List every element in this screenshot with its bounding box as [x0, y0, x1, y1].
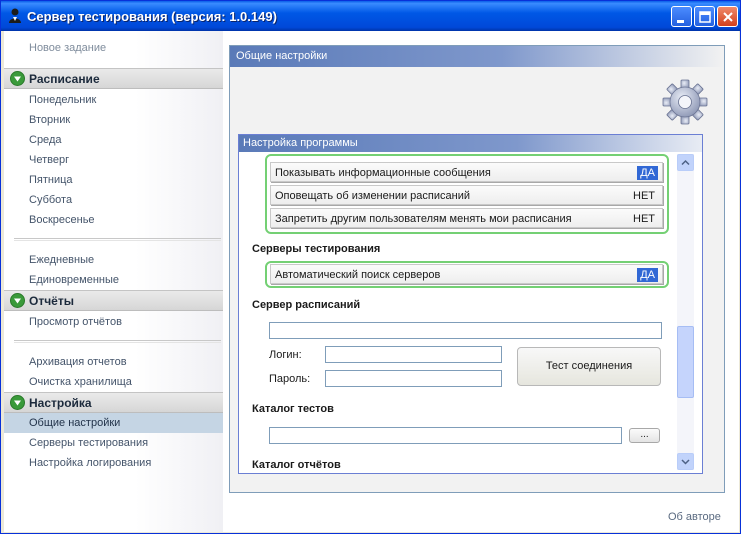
sidebar-divider [14, 340, 221, 343]
tests-catalog-input[interactable] [269, 427, 622, 444]
sidebar-item-wednesday[interactable]: Среда [29, 134, 61, 146]
sidebar-item-one-time[interactable]: Единовременные [29, 274, 119, 286]
gear-icon [662, 79, 708, 125]
auto-search-group: Автоматический поиск серверов ДА [265, 261, 669, 288]
sidebar-item-new-task[interactable]: Новое задание [29, 42, 106, 54]
expand-arrow-icon [10, 293, 25, 308]
panel-header: Общие настройки [230, 46, 724, 67]
toggle-label: Показывать информационные сообщения [275, 167, 491, 179]
schedule-server-input[interactable] [269, 322, 662, 339]
window-title: Сервер тестирования (версия: 1.0.149) [27, 9, 277, 24]
toggle-label: Автоматический поиск серверов [275, 269, 441, 281]
sidebar-header-label: Настройка [29, 396, 92, 410]
toggle-notify-schedule-change[interactable]: Оповещать об изменении расписаний НЕТ [270, 185, 663, 205]
browse-tests-catalog-button[interactable]: ... [629, 428, 660, 443]
settings-panel-header: Настройка программы [239, 135, 702, 152]
toggle-value: НЕТ [633, 190, 655, 202]
scroll-up-button[interactable] [677, 154, 694, 171]
sidebar-item-clear-storage[interactable]: Очистка хранилища [29, 376, 132, 388]
panel-title: Общие настройки [236, 50, 328, 62]
app-user-icon [9, 8, 21, 23]
close-icon [723, 12, 733, 22]
sidebar-header-label: Отчёты [29, 294, 74, 308]
toggle-value: ДА [637, 166, 658, 180]
chevron-up-icon [681, 159, 690, 166]
sidebar-item-archive-reports[interactable]: Архивация отчетов [29, 356, 127, 368]
servers-section-title: Серверы тестирования [252, 243, 381, 255]
title-bar[interactable]: Сервер тестирования (версия: 1.0.149) [1, 1, 740, 31]
expand-arrow-icon [10, 395, 25, 410]
toggle-auto-search-servers[interactable]: Автоматический поиск серверов ДА [270, 264, 663, 284]
toggle-value: НЕТ [633, 213, 655, 225]
test-connection-button[interactable]: Тест соединения [517, 347, 661, 386]
client-area: Новое задание Расписание Понедельник Вто… [4, 31, 739, 532]
toggle-label: Оповещать об изменении расписаний [275, 190, 470, 202]
sidebar-header-label: Расписание [29, 72, 100, 86]
sidebar-item-logging-settings[interactable]: Настройка логирования [29, 457, 151, 469]
sidebar-item-daily[interactable]: Ежедневные [29, 254, 94, 266]
scroll-down-button[interactable] [677, 453, 694, 470]
toggle-show-info-messages[interactable]: Показывать информационные сообщения ДА [270, 162, 663, 182]
sidebar-item-thursday[interactable]: Четверг [29, 154, 69, 166]
sidebar-item-sunday[interactable]: Воскресенье [29, 214, 95, 226]
tests-catalog-section-title: Каталог тестов [252, 403, 334, 415]
sidebar-header-schedule[interactable]: Расписание [4, 68, 223, 89]
close-button[interactable] [717, 6, 738, 27]
toggle-label: Запретить другим пользователям менять мо… [275, 213, 572, 225]
messages-toggle-group: Показывать информационные сообщения ДА О… [265, 154, 669, 234]
general-settings-panel: Общие настройки Настройка программы Пока… [229, 45, 725, 493]
minimize-button[interactable] [671, 6, 692, 27]
program-settings-panel: Настройка программы Показывать информаци… [238, 134, 703, 474]
sidebar-item-saturday[interactable]: Суббота [29, 194, 72, 206]
minimize-icon [677, 20, 684, 23]
chevron-down-icon [681, 459, 690, 465]
sidebar-divider [14, 238, 221, 241]
sidebar-header-settings[interactable]: Настройка [4, 392, 223, 413]
about-author-link[interactable]: Об авторе [668, 511, 721, 523]
sidebar-item-test-servers[interactable]: Серверы тестирования [29, 437, 148, 449]
password-input[interactable] [325, 370, 502, 387]
settings-panel-title: Настройка программы [243, 137, 358, 149]
sidebar-item-monday[interactable]: Понедельник [29, 94, 96, 106]
toggle-value: ДА [637, 268, 658, 282]
sidebar-item-tuesday[interactable]: Вторник [29, 114, 70, 126]
schedule-server-section-title: Сервер расписаний [252, 299, 361, 311]
sidebar: Новое задание Расписание Понедельник Вто… [4, 31, 223, 532]
reports-catalog-section-title: Каталог отчётов [252, 459, 341, 471]
sidebar-item-view-reports[interactable]: Просмотр отчётов [29, 316, 122, 328]
expand-arrow-icon [10, 71, 25, 86]
maximize-icon [699, 11, 711, 23]
settings-scrollbar[interactable] [677, 154, 694, 470]
sidebar-item-friday[interactable]: Пятница [29, 174, 73, 186]
toggle-forbid-others-edit[interactable]: Запретить другим пользователям менять мо… [270, 208, 663, 228]
login-input[interactable] [325, 346, 502, 363]
maximize-button[interactable] [694, 6, 715, 27]
password-label: Пароль: [269, 373, 311, 385]
sidebar-header-reports[interactable]: Отчёты [4, 290, 223, 311]
app-window: Сервер тестирования (версия: 1.0.149) Но… [0, 0, 741, 534]
login-label: Логин: [269, 349, 302, 361]
scroll-thumb[interactable] [677, 326, 694, 398]
sidebar-item-general-settings[interactable]: Общие настройки [4, 413, 223, 433]
